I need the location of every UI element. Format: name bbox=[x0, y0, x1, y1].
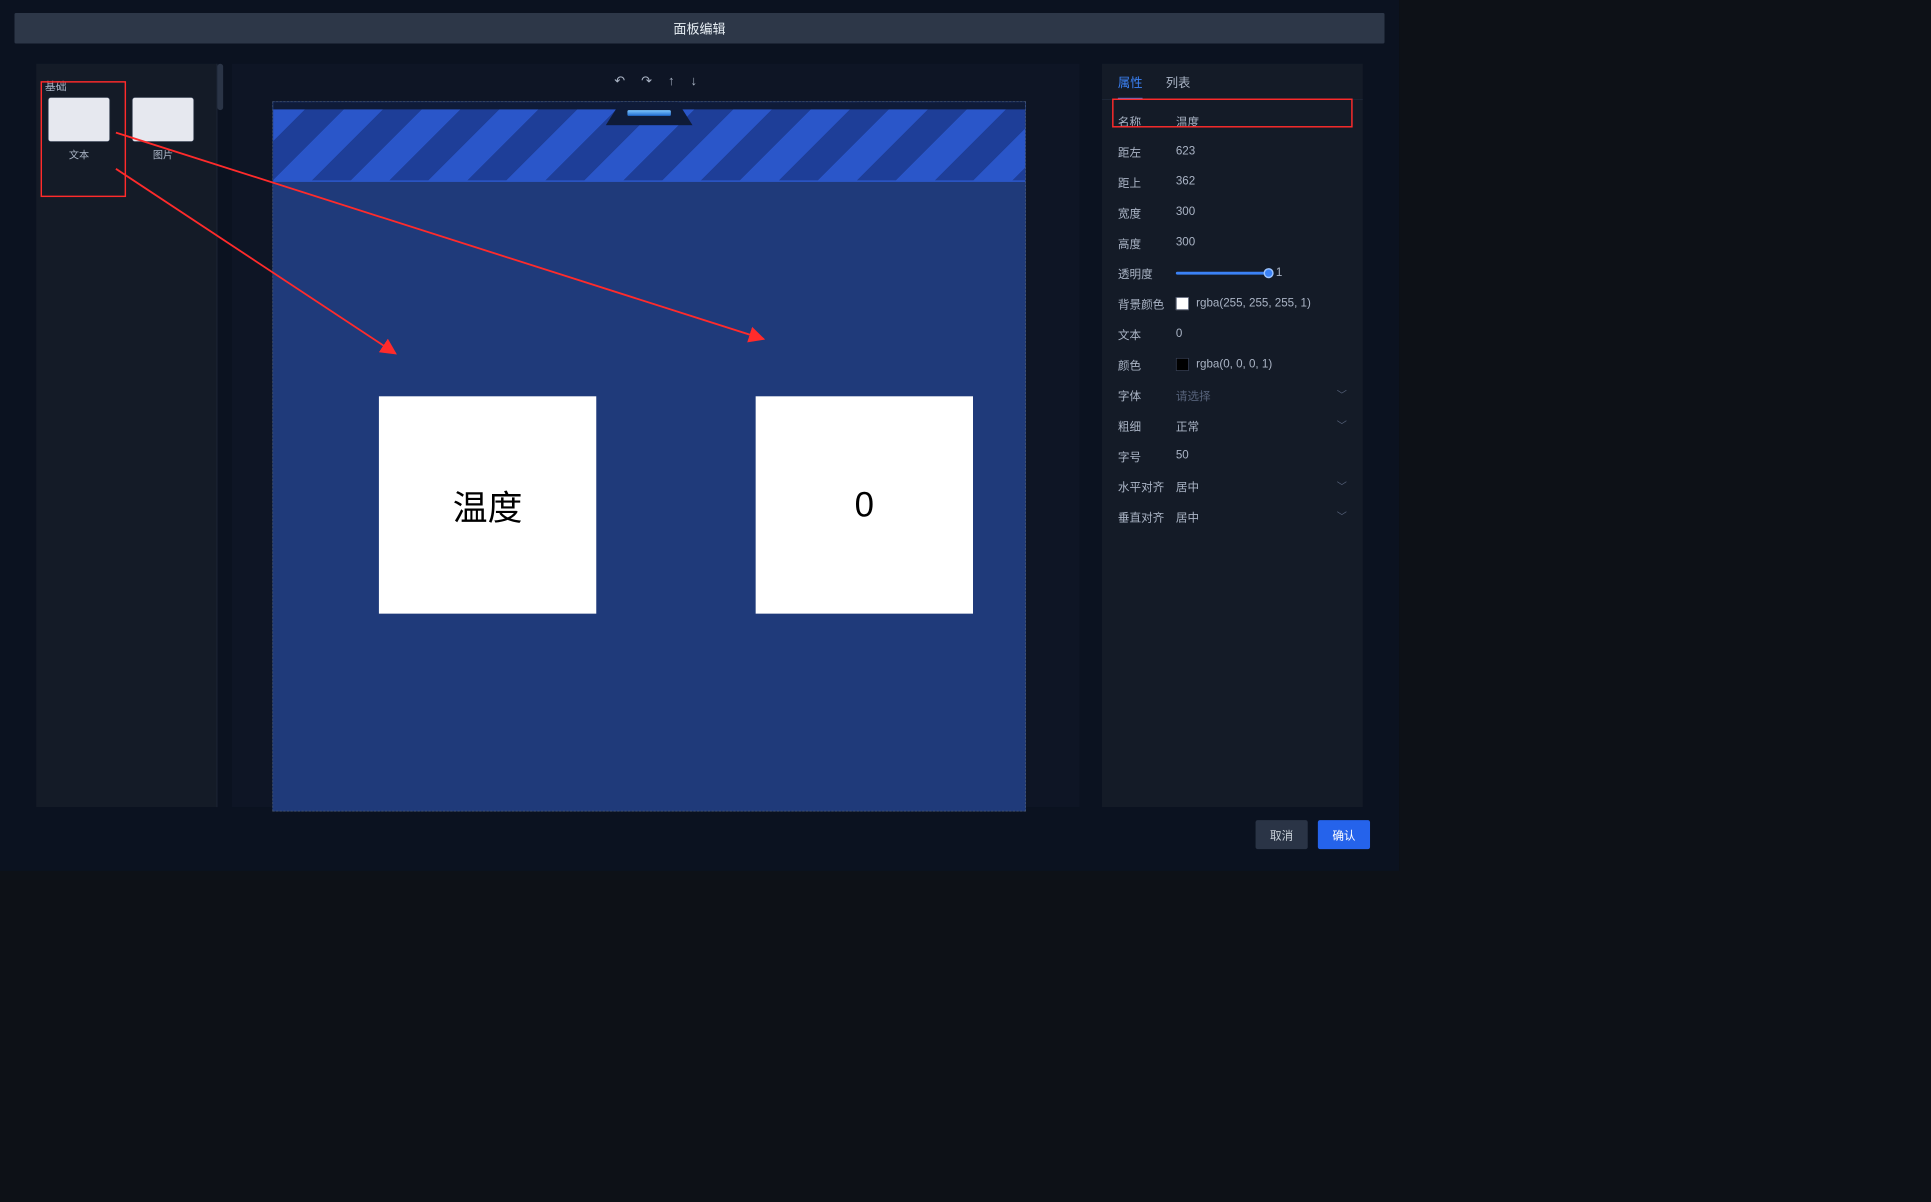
prop-height-label: 高度 bbox=[1118, 234, 1176, 251]
prop-opacity-value[interactable]: 1 bbox=[1176, 267, 1347, 280]
component-palette: 基础 文本 图片 bbox=[36, 64, 217, 807]
prop-halign-label: 水平对齐 bbox=[1118, 477, 1176, 494]
canvas-card-value-text: 0 bbox=[855, 485, 874, 525]
properties-panel: 属性 列表 名称 温度 距左 623 距上 362 宽度 300 高度 300 … bbox=[1102, 64, 1363, 807]
bgcolor-text: rgba(255, 255, 255, 1) bbox=[1196, 297, 1311, 310]
prop-halign-value[interactable]: 居中 ﹀ bbox=[1176, 477, 1347, 494]
palette-item-image[interactable]: 图片 bbox=[132, 97, 194, 162]
layer-down-button[interactable]: ↓ bbox=[691, 73, 698, 88]
prop-row-valign: 垂直对齐 居中 ﹀ bbox=[1102, 501, 1363, 531]
prop-text-value[interactable]: 0 bbox=[1176, 327, 1347, 340]
prop-name-label: 名称 bbox=[1118, 112, 1176, 129]
prop-valign-value[interactable]: 居中 ﹀ bbox=[1176, 508, 1347, 525]
tab-attributes[interactable]: 属性 bbox=[1118, 72, 1143, 99]
confirm-button[interactable]: 确认 bbox=[1318, 820, 1370, 849]
prop-row-top: 距上 362 bbox=[1102, 167, 1363, 197]
prop-row-name: 名称 温度 bbox=[1102, 106, 1363, 136]
chevron-down-icon: ﹀ bbox=[1337, 509, 1347, 523]
bgcolor-swatch[interactable] bbox=[1176, 297, 1189, 310]
prop-top-label: 距上 bbox=[1118, 173, 1176, 190]
prop-row-bgcolor: 背景颜色 rgba(255, 255, 255, 1) bbox=[1102, 288, 1363, 318]
prop-row-weight: 粗细 正常 ﹀ bbox=[1102, 410, 1363, 440]
color-text: rgba(0, 0, 0, 1) bbox=[1196, 358, 1272, 371]
opacity-value-text: 1 bbox=[1276, 267, 1282, 280]
tab-list[interactable]: 列表 bbox=[1166, 72, 1191, 99]
prop-font-value[interactable]: 请选择 ﹀ bbox=[1176, 386, 1347, 403]
prop-bgcolor-label: 背景颜色 bbox=[1118, 295, 1176, 312]
design-canvas[interactable]: 温度 0 bbox=[272, 101, 1025, 811]
prop-font-label: 字体 bbox=[1118, 386, 1176, 403]
canvas-toolbar: ↶ ↷ ↑ ↓ bbox=[232, 70, 1080, 92]
prop-color-value[interactable]: rgba(0, 0, 0, 1) bbox=[1176, 358, 1347, 371]
canvas-header-tab bbox=[606, 101, 693, 125]
prop-width-value[interactable]: 300 bbox=[1176, 206, 1347, 219]
palette-thumb-image bbox=[132, 97, 194, 142]
prop-name-value[interactable]: 温度 bbox=[1176, 112, 1347, 129]
layer-up-button[interactable]: ↑ bbox=[668, 73, 675, 88]
canvas-card-temperature-text: 温度 bbox=[453, 480, 523, 531]
dialog-footer: 取消 确认 bbox=[1256, 820, 1370, 849]
properties-tabs: 属性 列表 bbox=[1102, 64, 1363, 100]
prop-height-value[interactable]: 300 bbox=[1176, 236, 1347, 249]
prop-opacity-label: 透明度 bbox=[1118, 264, 1176, 281]
prop-row-left: 距左 623 bbox=[1102, 136, 1363, 166]
undo-button[interactable]: ↶ bbox=[614, 73, 625, 88]
prop-row-height: 高度 300 bbox=[1102, 227, 1363, 257]
prop-row-width: 宽度 300 bbox=[1102, 197, 1363, 227]
prop-row-text: 文本 0 bbox=[1102, 319, 1363, 349]
opacity-slider[interactable] bbox=[1176, 272, 1269, 275]
canvas-area: ↶ ↷ ↑ ↓ 温度 0 bbox=[232, 64, 1080, 807]
prop-valign-label: 垂直对齐 bbox=[1118, 508, 1176, 525]
palette-scrollbar[interactable] bbox=[217, 64, 223, 110]
prop-row-font: 字体 请选择 ﹀ bbox=[1102, 380, 1363, 410]
prop-top-value[interactable]: 362 bbox=[1176, 175, 1347, 188]
prop-weight-label: 粗细 bbox=[1118, 417, 1176, 434]
prop-left-label: 距左 bbox=[1118, 143, 1176, 160]
palette-label-image: 图片 bbox=[153, 148, 173, 162]
chevron-down-icon: ﹀ bbox=[1337, 479, 1347, 493]
prop-text-label: 文本 bbox=[1118, 325, 1176, 342]
prop-size-label: 字号 bbox=[1118, 447, 1176, 464]
prop-size-value[interactable]: 50 bbox=[1176, 449, 1347, 462]
prop-row-opacity: 透明度 1 bbox=[1102, 258, 1363, 288]
palette-section-title: 基础 bbox=[45, 78, 67, 93]
chevron-down-icon: ﹀ bbox=[1337, 418, 1347, 432]
window-title: 面板编辑 bbox=[14, 13, 1384, 43]
prop-bgcolor-value[interactable]: rgba(255, 255, 255, 1) bbox=[1176, 297, 1347, 310]
canvas-header-decoration bbox=[273, 102, 1025, 182]
prop-left-value[interactable]: 623 bbox=[1176, 145, 1347, 158]
palette-label-text: 文本 bbox=[69, 148, 89, 162]
prop-width-label: 宽度 bbox=[1118, 204, 1176, 221]
palette-item-text[interactable]: 文本 bbox=[48, 97, 110, 162]
redo-button[interactable]: ↷ bbox=[641, 73, 652, 88]
palette-thumb-text bbox=[48, 97, 110, 142]
prop-row-halign: 水平对齐 居中 ﹀ bbox=[1102, 471, 1363, 501]
chevron-down-icon: ﹀ bbox=[1337, 388, 1347, 402]
color-swatch[interactable] bbox=[1176, 358, 1189, 371]
window-title-text: 面板编辑 bbox=[673, 19, 725, 38]
canvas-card-value[interactable]: 0 bbox=[756, 396, 973, 613]
prop-color-label: 颜色 bbox=[1118, 356, 1176, 373]
canvas-card-temperature[interactable]: 温度 bbox=[379, 396, 596, 613]
cancel-button[interactable]: 取消 bbox=[1256, 820, 1308, 849]
prop-row-color: 颜色 rgba(0, 0, 0, 1) bbox=[1102, 349, 1363, 379]
prop-row-size: 字号 50 bbox=[1102, 440, 1363, 470]
prop-weight-value[interactable]: 正常 ﹀ bbox=[1176, 417, 1347, 434]
